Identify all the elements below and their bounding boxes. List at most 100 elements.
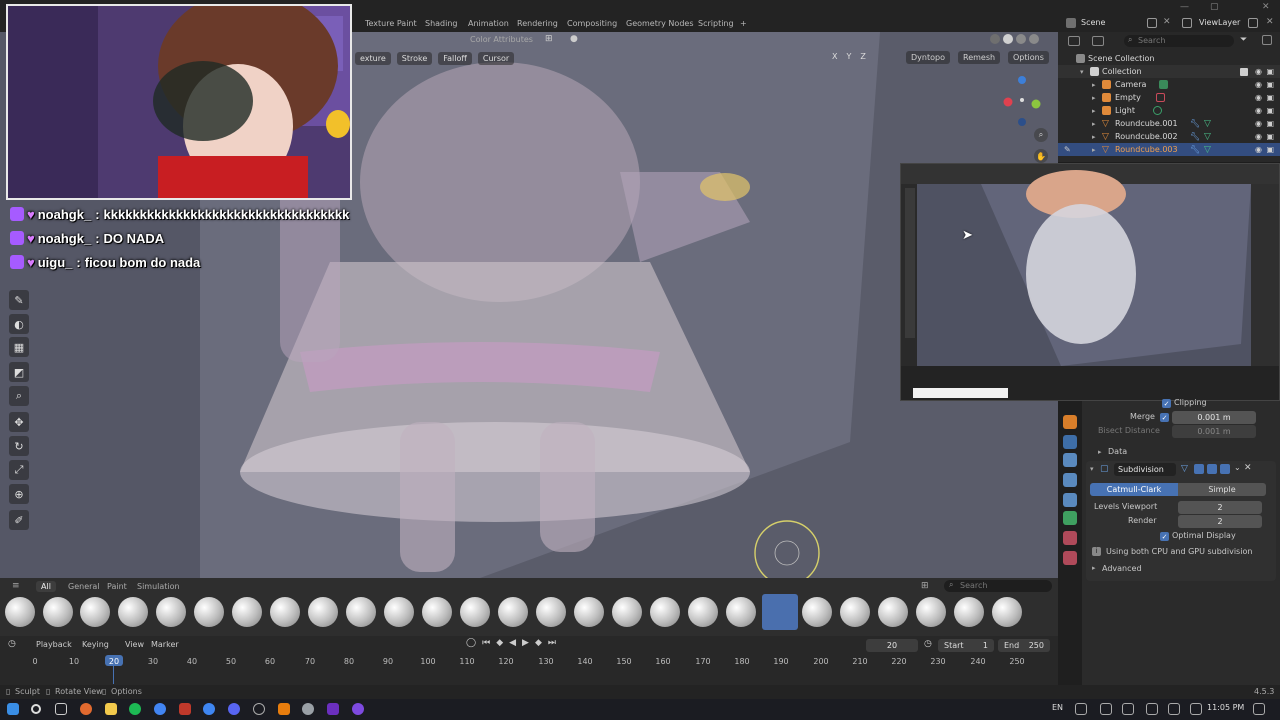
search-icon[interactable] <box>31 704 41 714</box>
eye-icon[interactable]: ◉ <box>1255 119 1262 128</box>
modifier-name-field[interactable]: Subdivision <box>1114 463 1176 476</box>
taskbar-clock[interactable]: 11:05 PM <box>1207 703 1244 712</box>
active-brush-thumbnail[interactable] <box>762 594 798 630</box>
brush-thumbnail[interactable] <box>232 597 262 627</box>
brush-thumbnail[interactable] <box>346 597 376 627</box>
shelf-tab-simulation[interactable]: Simulation <box>137 582 180 591</box>
brush-thumbnail[interactable] <box>688 597 718 627</box>
windows-start-icon[interactable] <box>7 703 19 715</box>
discord-icon[interactable] <box>228 703 240 715</box>
merge-distance-field[interactable]: 0.001 m <box>1172 411 1256 424</box>
shelf-menu-icon[interactable]: ≡ <box>12 581 20 591</box>
language-indicator[interactable]: EN <box>1052 703 1063 712</box>
chevron-right-icon[interactable]: ▸ <box>1098 448 1102 456</box>
outliner-item-roundcube-003[interactable]: ✎ ▸ ▽ Roundcube.003 🔧︎ ▽ ◉ ▣ <box>1058 143 1280 156</box>
falloff-menu[interactable]: Falloff <box>438 51 472 65</box>
grid-icon[interactable]: ⊞ <box>545 34 553 44</box>
camera-render-icon[interactable]: ▣ <box>1266 67 1274 76</box>
shelf-tab-paint[interactable]: Paint <box>107 582 127 591</box>
tab-rendering[interactable]: Rendering <box>517 19 558 28</box>
object-properties-icon[interactable] <box>1063 415 1077 429</box>
rotate-tool-icon[interactable]: ↻ <box>9 436 29 456</box>
bisect-distance-field[interactable]: 0.001 m <box>1172 425 1256 438</box>
shelf-tab-all[interactable]: All <box>36 581 56 592</box>
jump-start-icon[interactable]: ⏮ <box>482 638 490 648</box>
rendered-shading-icon[interactable] <box>1029 34 1039 44</box>
tab-geometry-nodes[interactable]: Geometry Nodes <box>626 19 693 28</box>
remove-modifier-icon[interactable]: ✕ <box>1244 463 1252 473</box>
display-mode-icon[interactable] <box>1092 36 1104 46</box>
brush-thumbnail[interactable] <box>612 597 642 627</box>
start-frame-field[interactable]: Start 1 <box>938 639 994 652</box>
dyntopo-menu[interactable]: Dyntopo <box>906 51 950 64</box>
advanced-subpanel-label[interactable]: Advanced <box>1102 564 1142 573</box>
brush-thumbnail[interactable] <box>5 597 35 627</box>
face-set-tool-icon[interactable]: ▦ <box>9 337 29 357</box>
chevron-right-icon[interactable]: ▸ <box>1092 564 1096 572</box>
outliner-item-empty[interactable]: ▸ Empty ◉ ▣ <box>1058 91 1280 104</box>
tab-scripting[interactable]: Scripting <box>698 19 734 28</box>
wireframe-shading-icon[interactable] <box>990 34 1000 44</box>
catmull-clark-button[interactable]: Catmull-Clark <box>1090 483 1178 496</box>
brush-thumbnail[interactable] <box>422 597 452 627</box>
end-frame-field[interactable]: End 250 <box>998 639 1050 652</box>
chevron-right-icon[interactable]: ▸ <box>1092 107 1096 115</box>
camera-render-icon[interactable]: ▣ <box>1266 132 1274 141</box>
brush-thumbnail[interactable] <box>992 597 1022 627</box>
merge-checkbox[interactable]: ✓ <box>1160 413 1169 422</box>
outliner-search-input[interactable]: Search <box>1124 35 1234 47</box>
levels-viewport-field[interactable]: 2 <box>1178 501 1262 514</box>
volume-icon[interactable] <box>1168 703 1180 715</box>
edit-mode-toggle-icon[interactable]: ▽ <box>1181 464 1188 474</box>
checkbox-icon[interactable] <box>1240 67 1248 76</box>
constraints-icon[interactable] <box>1063 493 1077 507</box>
zoom-icon[interactable]: ⌕ <box>1034 128 1048 142</box>
axis-z-toggle[interactable]: Z <box>860 52 865 61</box>
outliner-item-light[interactable]: ▸ Light ◉ ▣ <box>1058 104 1280 117</box>
close-window-icon[interactable]: ✕ <box>1262 2 1270 12</box>
scene-selector[interactable]: Scene <box>1081 18 1105 27</box>
app-icon[interactable] <box>179 703 191 715</box>
chevron-right-icon[interactable]: ▸ <box>1092 133 1096 141</box>
new-collection-icon[interactable] <box>1262 35 1272 45</box>
camera-render-icon[interactable]: ▣ <box>1266 93 1274 102</box>
tray-icon[interactable] <box>1122 703 1134 715</box>
tab-texture-paint[interactable]: Texture Paint <box>365 19 417 28</box>
brush-thumbnail[interactable] <box>878 597 908 627</box>
chevron-right-icon[interactable]: ▸ <box>1092 146 1096 154</box>
app-icon[interactable] <box>203 703 215 715</box>
simple-button[interactable]: Simple <box>1178 483 1266 496</box>
eye-icon[interactable]: ◉ <box>1255 67 1262 76</box>
show-in-render-icon[interactable] <box>1220 464 1230 474</box>
app-icon[interactable] <box>80 703 92 715</box>
navigation-gizmo[interactable] <box>998 70 1046 126</box>
filter-icon[interactable]: ⏷ <box>1240 35 1247 45</box>
chrome-icon[interactable] <box>154 703 166 715</box>
solid-shading-icon[interactable] <box>1003 34 1013 44</box>
close-icon[interactable]: ✕ <box>1266 17 1274 27</box>
move-tool-icon[interactable]: ✥ <box>9 412 29 432</box>
brush-thumbnail[interactable] <box>270 597 300 627</box>
stroke-menu[interactable]: Stroke <box>396 51 433 65</box>
render-levels-field[interactable]: 2 <box>1178 515 1262 528</box>
brush-thumbnail[interactable] <box>118 597 148 627</box>
outliner-item-camera[interactable]: ▸ Camera ◉ ▣ <box>1058 78 1280 91</box>
outliner-item-roundcube-002[interactable]: ▸ ▽ Roundcube.002 🔧︎ ▽ ◉ ▣ <box>1058 130 1280 143</box>
tab-compositing[interactable]: Compositing <box>567 19 617 28</box>
optimal-display-checkbox[interactable]: ✓ <box>1160 532 1169 541</box>
particles-icon[interactable] <box>1063 453 1077 467</box>
maximize-icon[interactable]: ▢ <box>1210 2 1219 12</box>
brush-thumbnail[interactable] <box>384 597 414 627</box>
play-reverse-icon[interactable]: ◀ <box>509 638 516 648</box>
brush-thumbnail[interactable] <box>43 597 73 627</box>
spotify-icon[interactable] <box>129 703 141 715</box>
data-subpanel-label[interactable]: Data <box>1108 447 1127 456</box>
jump-end-icon[interactable]: ⏭ <box>548 638 556 648</box>
show-in-viewport-icon[interactable] <box>1207 464 1217 474</box>
camera-render-icon[interactable]: ▣ <box>1266 106 1274 115</box>
clipping-checkbox[interactable]: ✓ <box>1162 399 1171 408</box>
blender-icon[interactable] <box>278 703 290 715</box>
eye-icon[interactable]: ◉ <box>1255 132 1262 141</box>
axis-x-toggle[interactable]: X <box>832 52 837 61</box>
chevron-right-icon[interactable]: ▸ <box>1092 120 1096 128</box>
